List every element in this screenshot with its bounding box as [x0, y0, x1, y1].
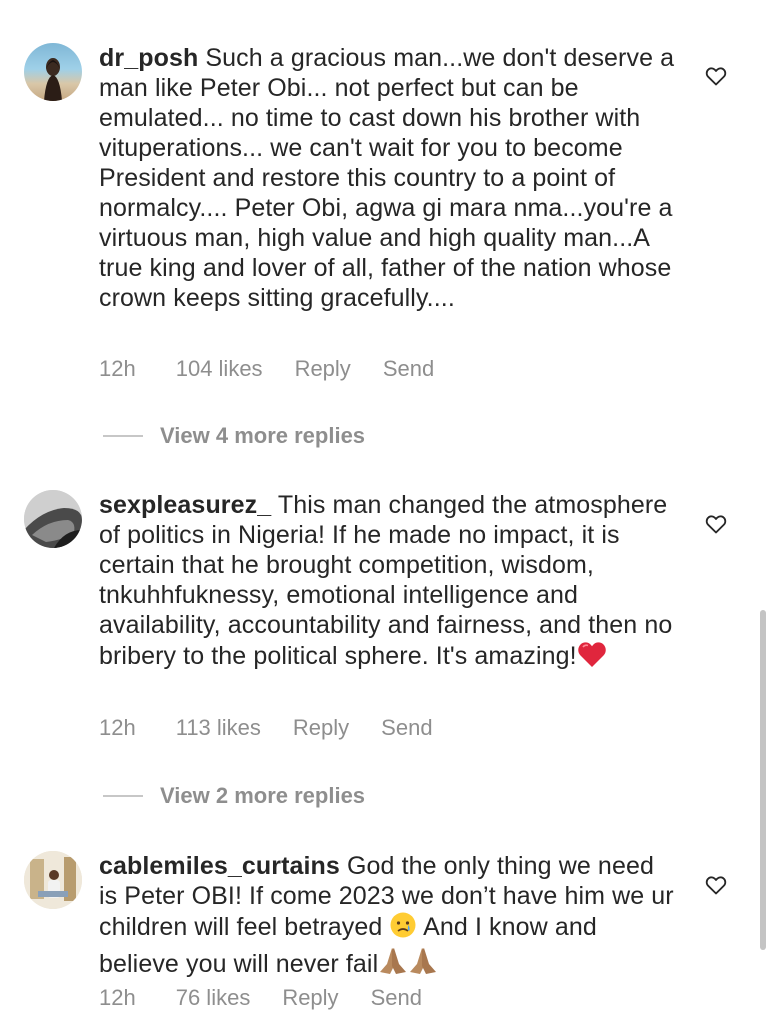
scrollbar[interactable] — [760, 610, 766, 950]
comment-username[interactable]: cablemiles_curtains — [99, 852, 340, 880]
comment-text: cablemiles_curtains God the only thing w… — [99, 851, 679, 983]
red-heart-emoji — [577, 640, 607, 675]
likes-count[interactable]: 76 likes — [176, 985, 251, 1011]
divider — [103, 435, 143, 437]
view-more-replies[interactable]: View 2 more replies — [103, 781, 365, 811]
comment-meta: 12h 76 likes Reply Send — [99, 983, 454, 1013]
comment-body: Such a gracious man...we don't deserve a… — [99, 44, 675, 312]
divider — [103, 795, 143, 797]
reply-button[interactable]: Reply — [295, 356, 351, 382]
avatar[interactable] — [24, 490, 82, 548]
likes-count[interactable]: 113 likes — [176, 715, 261, 741]
reply-button[interactable]: Reply — [282, 985, 338, 1011]
crying-face-emoji — [389, 911, 417, 946]
comment-time: 12h — [99, 356, 136, 381]
heart-outline-icon[interactable] — [704, 873, 728, 897]
folded-hands-emoji — [378, 946, 438, 983]
comment-text: dr_posh Such a gracious man...we don't d… — [99, 43, 679, 313]
send-button[interactable]: Send — [381, 715, 432, 741]
likes-count[interactable]: 104 likes — [176, 356, 263, 382]
comment-username[interactable]: sexpleasurez_ — [99, 491, 271, 519]
heart-outline-icon[interactable] — [704, 512, 728, 536]
comment-text: sexpleasurez_ This man changed the atmos… — [99, 490, 679, 675]
send-button[interactable]: Send — [371, 985, 422, 1011]
comment-meta: 12h 104 likes Reply Send — [99, 354, 466, 384]
comment-meta: 12h 113 likes Reply Send — [99, 713, 465, 743]
comment-time: 12h — [99, 985, 136, 1010]
view-more-label: View 2 more replies — [160, 783, 366, 808]
view-more-label: View 4 more replies — [160, 423, 366, 448]
reply-button[interactable]: Reply — [293, 715, 349, 741]
avatar[interactable] — [24, 43, 82, 101]
send-button[interactable]: Send — [383, 356, 434, 382]
comment-time: 12h — [99, 715, 136, 740]
comment-username[interactable]: dr_posh — [99, 44, 198, 72]
view-more-replies[interactable]: View 4 more replies — [103, 421, 365, 451]
avatar[interactable] — [24, 851, 82, 909]
heart-outline-icon[interactable] — [704, 64, 728, 88]
